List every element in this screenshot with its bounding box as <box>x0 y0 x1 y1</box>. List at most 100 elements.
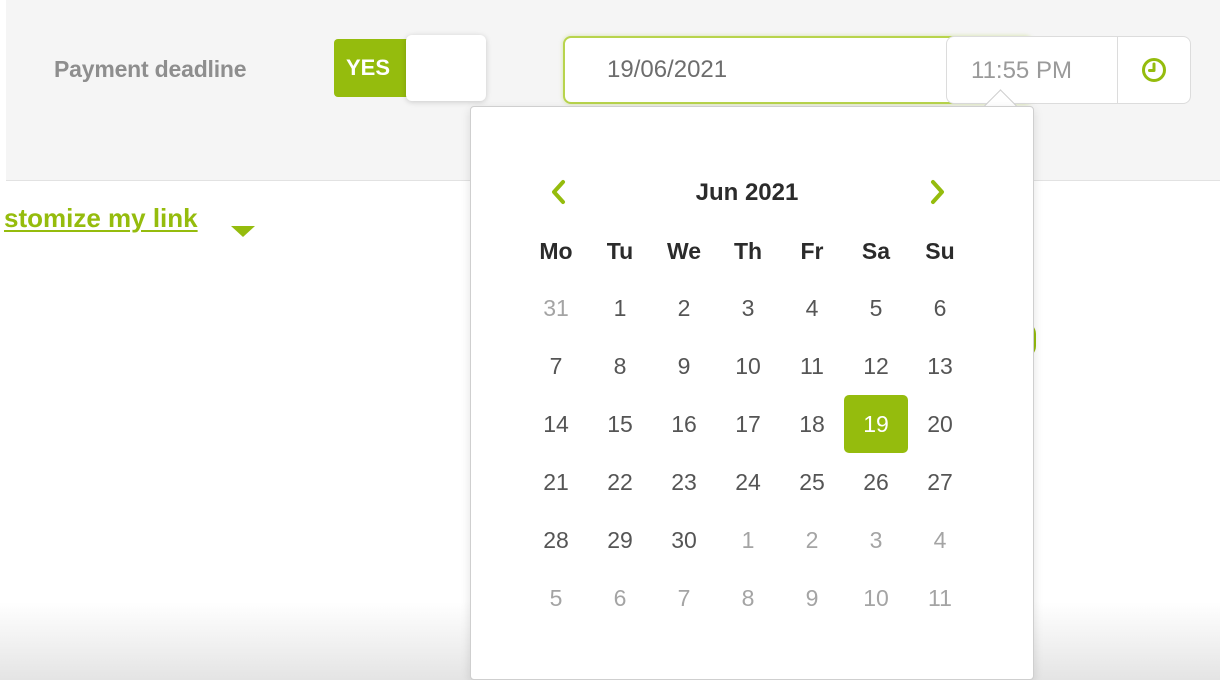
day-cell[interactable]: 30 <box>652 511 716 569</box>
day-cell[interactable]: 1 <box>716 511 780 569</box>
day-cell[interactable]: 22 <box>588 453 652 511</box>
day-cell-selected[interactable]: 19 <box>844 395 908 453</box>
day-number: 10 <box>863 585 889 611</box>
day-cell[interactable]: 13 <box>908 337 972 395</box>
day-cell[interactable]: 8 <box>588 337 652 395</box>
day-cell[interactable]: 3 <box>716 279 780 337</box>
clock-icon <box>1142 58 1166 82</box>
day-number: 2 <box>805 527 819 553</box>
day-cell[interactable]: 6 <box>588 569 652 627</box>
day-number: 13 <box>927 353 953 379</box>
day-number: 8 <box>613 353 627 379</box>
day-cell[interactable]: 8 <box>716 569 780 627</box>
datepicker-days: 31 1 2 3 4 5 6 7 8 9 10 11 12 13 14 15 16 17 18 19 20 21 22 23 2… <box>524 279 972 627</box>
day-number: 17 <box>735 411 761 437</box>
day-number: 11 <box>800 353 824 379</box>
day-cell[interactable]: 26 <box>844 453 908 511</box>
weekday-header: Th <box>733 238 763 264</box>
day-number: 20 <box>927 411 953 437</box>
day-number: 5 <box>869 295 883 321</box>
chevron-right-icon <box>931 180 944 204</box>
day-number: 7 <box>677 585 691 611</box>
day-cell[interactable]: 7 <box>524 337 588 395</box>
deadline-time-input[interactable]: 11:55 PM <box>946 36 1118 104</box>
day-number: 30 <box>671 527 697 553</box>
day-number: 23 <box>671 469 697 495</box>
day-number: 10 <box>735 353 761 379</box>
clock-button[interactable] <box>1117 36 1191 104</box>
day-cell[interactable]: 16 <box>652 395 716 453</box>
day-cell[interactable]: 4 <box>908 511 972 569</box>
day-number: 26 <box>863 469 889 495</box>
week-row: 7 8 9 10 11 12 13 <box>524 337 972 395</box>
week-row: 21 22 23 24 25 26 27 <box>524 453 972 511</box>
day-cell[interactable]: 9 <box>652 337 716 395</box>
week-row: 14 15 16 17 18 19 20 <box>524 395 972 453</box>
datepicker-popup: Jun 2021 Mo Tu We Th Fr Sa Su 31 1 2 3 4 5 6 7 8 9 10 11 1… <box>470 106 1034 680</box>
payment-deadline-label: Payment deadline <box>54 56 247 82</box>
day-cell[interactable]: 6 <box>908 279 972 337</box>
day-cell[interactable]: 15 <box>588 395 652 453</box>
day-number: 19 <box>844 395 908 453</box>
day-number: 22 <box>607 469 633 495</box>
day-number: 11 <box>928 585 952 611</box>
day-number: 24 <box>735 469 761 495</box>
customize-link[interactable]: stomize my link <box>4 203 198 234</box>
next-month-button[interactable] <box>923 175 953 209</box>
day-cell[interactable]: 10 <box>844 569 908 627</box>
day-number: 7 <box>549 353 563 379</box>
weekday-header: Fr <box>800 238 824 264</box>
day-number: 6 <box>613 585 627 611</box>
day-cell[interactable]: 14 <box>524 395 588 453</box>
day-cell[interactable]: 4 <box>780 279 844 337</box>
day-number: 18 <box>799 411 825 437</box>
day-cell[interactable]: 20 <box>908 395 972 453</box>
day-number: 12 <box>863 353 889 379</box>
day-cell[interactable]: 21 <box>524 453 588 511</box>
day-cell[interactable]: 7 <box>652 569 716 627</box>
day-cell[interactable]: 28 <box>524 511 588 569</box>
weekday-header: Tu <box>606 238 634 264</box>
day-number: 16 <box>671 411 697 437</box>
day-cell[interactable]: 11 <box>908 569 972 627</box>
day-number: 1 <box>741 527 755 553</box>
day-number: 28 <box>543 527 569 553</box>
day-cell[interactable]: 11 <box>780 337 844 395</box>
payment-deadline-toggle[interactable]: YES <box>334 35 486 101</box>
toggle-yes-label: YES <box>334 39 414 97</box>
day-number: 1 <box>613 295 627 321</box>
day-cell[interactable]: 10 <box>716 337 780 395</box>
day-cell[interactable]: 27 <box>908 453 972 511</box>
day-number: 9 <box>677 353 691 379</box>
weekday-header: We <box>666 238 702 264</box>
day-cell[interactable]: 3 <box>844 511 908 569</box>
day-cell[interactable]: 2 <box>652 279 716 337</box>
day-cell[interactable]: 2 <box>780 511 844 569</box>
day-cell[interactable]: 18 <box>780 395 844 453</box>
day-cell[interactable]: 29 <box>588 511 652 569</box>
day-cell[interactable]: 31 <box>524 279 588 337</box>
day-cell[interactable]: 12 <box>844 337 908 395</box>
day-cell[interactable]: 23 <box>652 453 716 511</box>
day-number: 3 <box>741 295 755 321</box>
day-cell[interactable]: 17 <box>716 395 780 453</box>
day-number: 25 <box>799 469 825 495</box>
page: Payment deadline YES 19/06/2021 11:55 PM… <box>0 0 1220 680</box>
day-number: 4 <box>933 527 947 553</box>
day-number: 9 <box>805 585 819 611</box>
day-cell[interactable]: 5 <box>844 279 908 337</box>
weekday-header: Sa <box>861 238 891 264</box>
day-cell[interactable]: 5 <box>524 569 588 627</box>
datepicker-grid: Mo Tu We Th Fr Sa Su 31 1 2 3 4 5 6 7 8 9 10 11 12 13 14 15 16… <box>524 223 972 627</box>
day-number: 29 <box>607 527 633 553</box>
day-cell[interactable]: 9 <box>780 569 844 627</box>
day-cell[interactable]: 24 <box>716 453 780 511</box>
day-cell[interactable]: 25 <box>780 453 844 511</box>
caret-down-icon[interactable] <box>231 226 255 237</box>
day-number: 5 <box>549 585 563 611</box>
day-cell[interactable]: 1 <box>588 279 652 337</box>
toggle-knob[interactable] <box>406 35 486 101</box>
weekday-header: Mo <box>539 238 573 264</box>
date-value: 19/06/2021 <box>607 56 728 83</box>
day-number: 6 <box>933 295 947 321</box>
